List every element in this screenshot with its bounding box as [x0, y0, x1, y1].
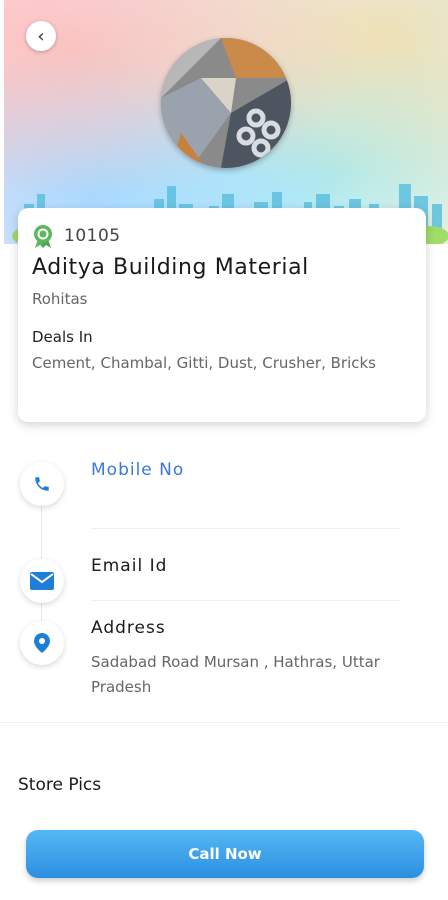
address-value: Sadabad Road Mursan , Hathras, Uttar Pra… — [91, 653, 380, 696]
address-label: Address — [91, 618, 166, 638]
store-code-row: 10105 — [32, 224, 121, 248]
back-button[interactable]: ‹ — [26, 21, 56, 51]
phone-icon — [35, 477, 49, 491]
store-code: 10105 — [64, 226, 121, 246]
construction-materials-photo — [161, 38, 291, 168]
email-id-label: Email Id — [91, 556, 168, 576]
mail-icon — [30, 572, 54, 590]
business-area: Rohitas — [32, 290, 88, 308]
divider — [91, 528, 401, 529]
chevron-left-icon: ‹ — [37, 25, 45, 47]
email-icon-button[interactable] — [20, 559, 64, 603]
deals-in-list: Cement, Chambal, Gitti, Dust, Crusher, B… — [32, 354, 376, 372]
divider — [91, 600, 401, 601]
store-info-card: 10105 Aditya Building Material Rohitas D… — [18, 208, 426, 422]
store-pics-title: Store Pics — [18, 775, 102, 795]
mobile-icon-button[interactable] — [20, 462, 64, 506]
award-badge-icon — [34, 225, 52, 248]
deals-in-title: Deals In — [32, 328, 93, 346]
address-icon-button[interactable] — [20, 621, 64, 665]
section-divider — [0, 722, 448, 723]
mobile-no-link[interactable]: Mobile No — [91, 460, 184, 480]
call-now-button[interactable]: Call Now — [26, 830, 424, 878]
store-avatar — [161, 38, 291, 168]
location-pin-icon — [34, 633, 50, 653]
store-detail-screen: ‹ 10105 Aditya Building Material Rohitas… — [0, 0, 448, 900]
business-name: Aditya Building Material — [32, 255, 309, 280]
